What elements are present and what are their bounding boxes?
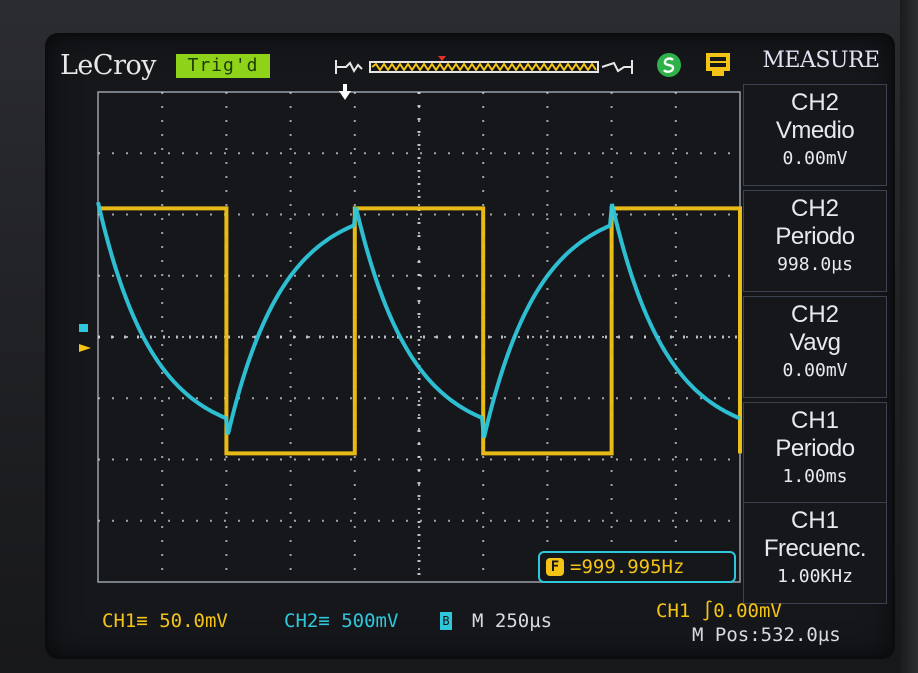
ch1-volts-per-div: CH1≡ 50.0mV <box>102 610 228 632</box>
measurement-name: Periodo <box>775 435 855 462</box>
measurement-slot-3[interactable]: CH2 Vavg 0.00mV <box>743 296 887 398</box>
frequency-counter-icon: F <box>546 558 564 576</box>
ch2-rc-waveform <box>96 201 741 439</box>
measurement-slot-5[interactable]: CH1 Frecuenc. 1.00KHz <box>743 502 887 604</box>
graticule <box>97 91 741 583</box>
measurement-value: 1.00KHz <box>777 566 853 587</box>
markers <box>79 84 351 352</box>
measurement-name: Vmedio <box>775 117 855 144</box>
measurement-channel: CH1 <box>790 407 839 434</box>
run-state-icon <box>657 53 681 77</box>
trigger-position-marker <box>438 56 446 61</box>
measurement-value: 1.00ms <box>782 466 848 487</box>
ch2-bandwidth-limit-badge: B <box>440 612 452 630</box>
measurement-slot-1[interactable]: CH2 Vmedio 0.00mV <box>743 84 887 186</box>
measurement-name: Vavg <box>789 329 841 356</box>
measurement-channel: CH2 <box>790 301 839 328</box>
top-status-bar: LeCroy Trig'd MEASURE <box>48 36 892 88</box>
measurement-value: 0.00mV <box>782 360 848 381</box>
measurement-channel: CH2 <box>790 89 839 116</box>
measurement-channel: CH2 <box>790 195 839 222</box>
measurement-panel: CH2 Vmedio 0.00mV CH2 Periodo 998.0µs CH… <box>743 84 887 604</box>
memory-position-bar <box>335 56 633 74</box>
measurement-value: 0.00mV <box>782 148 848 169</box>
measurement-slot-4[interactable]: CH1 Periodo 1.00ms <box>743 402 887 504</box>
frequency-counter-value: =999.995Hz <box>570 556 685 578</box>
measurement-name: Frecuenc. <box>763 535 867 562</box>
usb-icon <box>706 53 730 76</box>
ground-marker-icon <box>79 324 91 352</box>
timebase-readout: M 250µs <box>472 610 553 632</box>
frequency-counter: F =999.995Hz <box>538 551 736 583</box>
measurement-slot-2[interactable]: CH2 Periodo 998.0µs <box>743 190 887 292</box>
measurement-value: 998.0µs <box>777 254 853 275</box>
bezel-right-edge <box>900 0 918 673</box>
horizontal-position-readout: M Pos:532.0µs <box>692 624 841 646</box>
trigger-level-readout: CH1 ∫0.00mV <box>656 600 782 622</box>
measurement-name: Periodo <box>775 223 855 250</box>
measure-menu-title: MEASURE <box>762 48 880 73</box>
lecroy-logo: LeCroy <box>60 50 156 81</box>
ch2-volts-per-div: CH2≡ 500mV <box>284 610 399 632</box>
oscilloscope-screen: LeCroy Trig'd MEASURE CH2 Vmedio 0.00mV <box>48 36 892 656</box>
measurement-channel: CH1 <box>790 507 839 534</box>
trigger-status-badge: Trig'd <box>176 54 270 78</box>
